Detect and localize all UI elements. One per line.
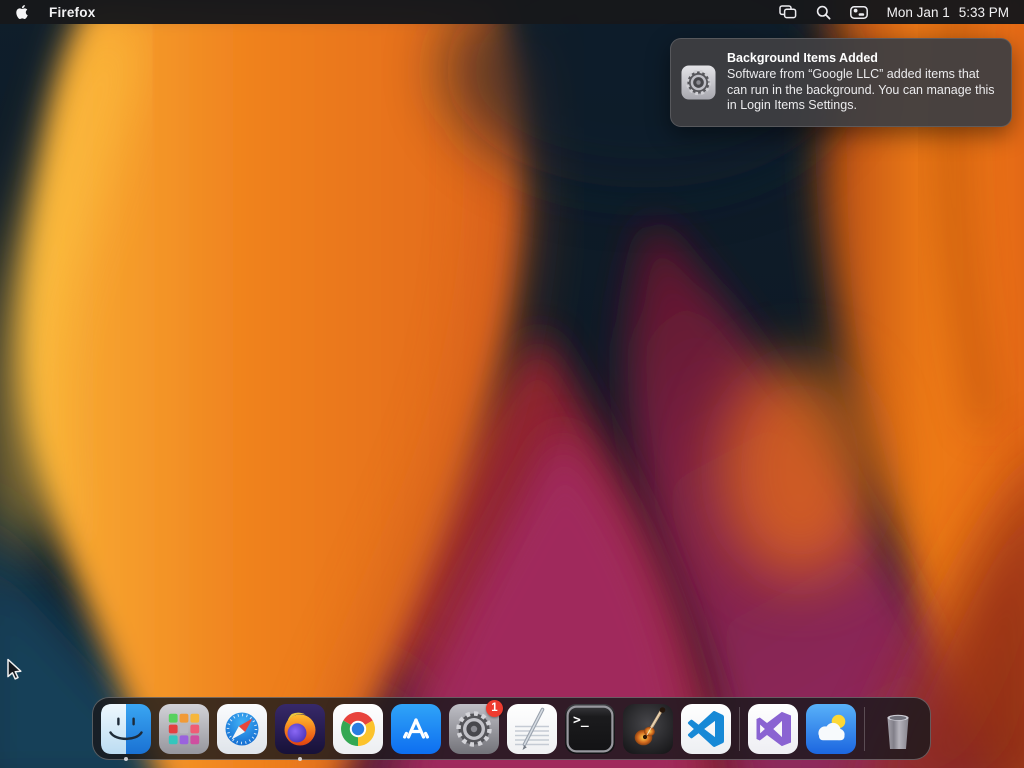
apple-menu[interactable]: [15, 4, 29, 20]
dock-item-finder[interactable]: [101, 703, 151, 761]
svg-text:>_: >_: [573, 713, 589, 728]
mouse-cursor: [7, 658, 22, 680]
dock-item-safari[interactable]: [217, 703, 267, 754]
stage-manager-icon: [778, 5, 797, 19]
control-center-menu-item[interactable]: [849, 5, 868, 19]
dock-item-trash[interactable]: [873, 704, 923, 754]
dock-item-chrome[interactable]: [333, 703, 383, 754]
notification-title: Background Items Added: [727, 51, 878, 66]
dock-divider: [739, 706, 740, 751]
dock-item-visual-studio[interactable]: [748, 703, 798, 754]
spotlight-menu-item[interactable]: [816, 5, 831, 20]
system-settings-gear-icon: [681, 65, 716, 100]
trash-icon: [887, 714, 909, 749]
chrome-icon: [333, 703, 383, 754]
menu-bar: Firefox Mon Jan 1 5:33 PM: [0, 0, 1024, 24]
desktop: Firefox Mon Jan 1 5:33 PM Background Ite…: [0, 0, 1024, 768]
dock-item-weather[interactable]: [806, 703, 856, 754]
control-center-icon: [849, 5, 868, 19]
dock-item-garageband[interactable]: [623, 703, 673, 754]
safari-icon: [217, 703, 267, 754]
settings-notification-badge: 1: [486, 699, 503, 717]
finder-icon: [101, 703, 151, 754]
dock: 1 >_: [92, 697, 931, 761]
weather-icon: [806, 703, 856, 754]
dock-item-system-settings[interactable]: 1: [449, 699, 503, 754]
apple-logo-icon: [16, 5, 28, 19]
vscode-icon: [681, 703, 731, 754]
notification-body: Software from “Google LLC” added items t…: [727, 67, 995, 113]
stage-manager-menu-item[interactable]: [778, 5, 797, 19]
menu-bar-clock[interactable]: Mon Jan 1 5:33 PM: [887, 5, 1009, 20]
menu-bar-time: 5:33 PM: [958, 4, 1009, 20]
notification-banner[interactable]: Background Items Added Software from “Go…: [670, 38, 1012, 127]
dock-item-app-store[interactable]: [391, 703, 441, 754]
textedit-icon: [507, 703, 557, 754]
firefox-icon: [275, 703, 325, 754]
dock-item-terminal[interactable]: >_: [565, 703, 615, 754]
menu-bar-date: Mon Jan 1: [886, 4, 950, 20]
dock-item-textedit[interactable]: [507, 703, 557, 754]
dock-item-vscode[interactable]: [681, 703, 731, 754]
app-store-icon: [391, 703, 441, 754]
active-app-menu[interactable]: Firefox: [49, 5, 95, 20]
dock-item-firefox[interactable]: [275, 703, 325, 761]
dock-divider: [864, 706, 865, 751]
visual-studio-icon: [748, 703, 798, 754]
garageband-icon: [623, 703, 673, 754]
terminal-icon: >_: [565, 703, 615, 754]
launchpad-icon: [159, 703, 209, 754]
running-indicator: [124, 756, 128, 761]
search-icon: [816, 5, 831, 20]
dock-item-launchpad[interactable]: [159, 703, 209, 754]
running-indicator: [298, 756, 302, 761]
